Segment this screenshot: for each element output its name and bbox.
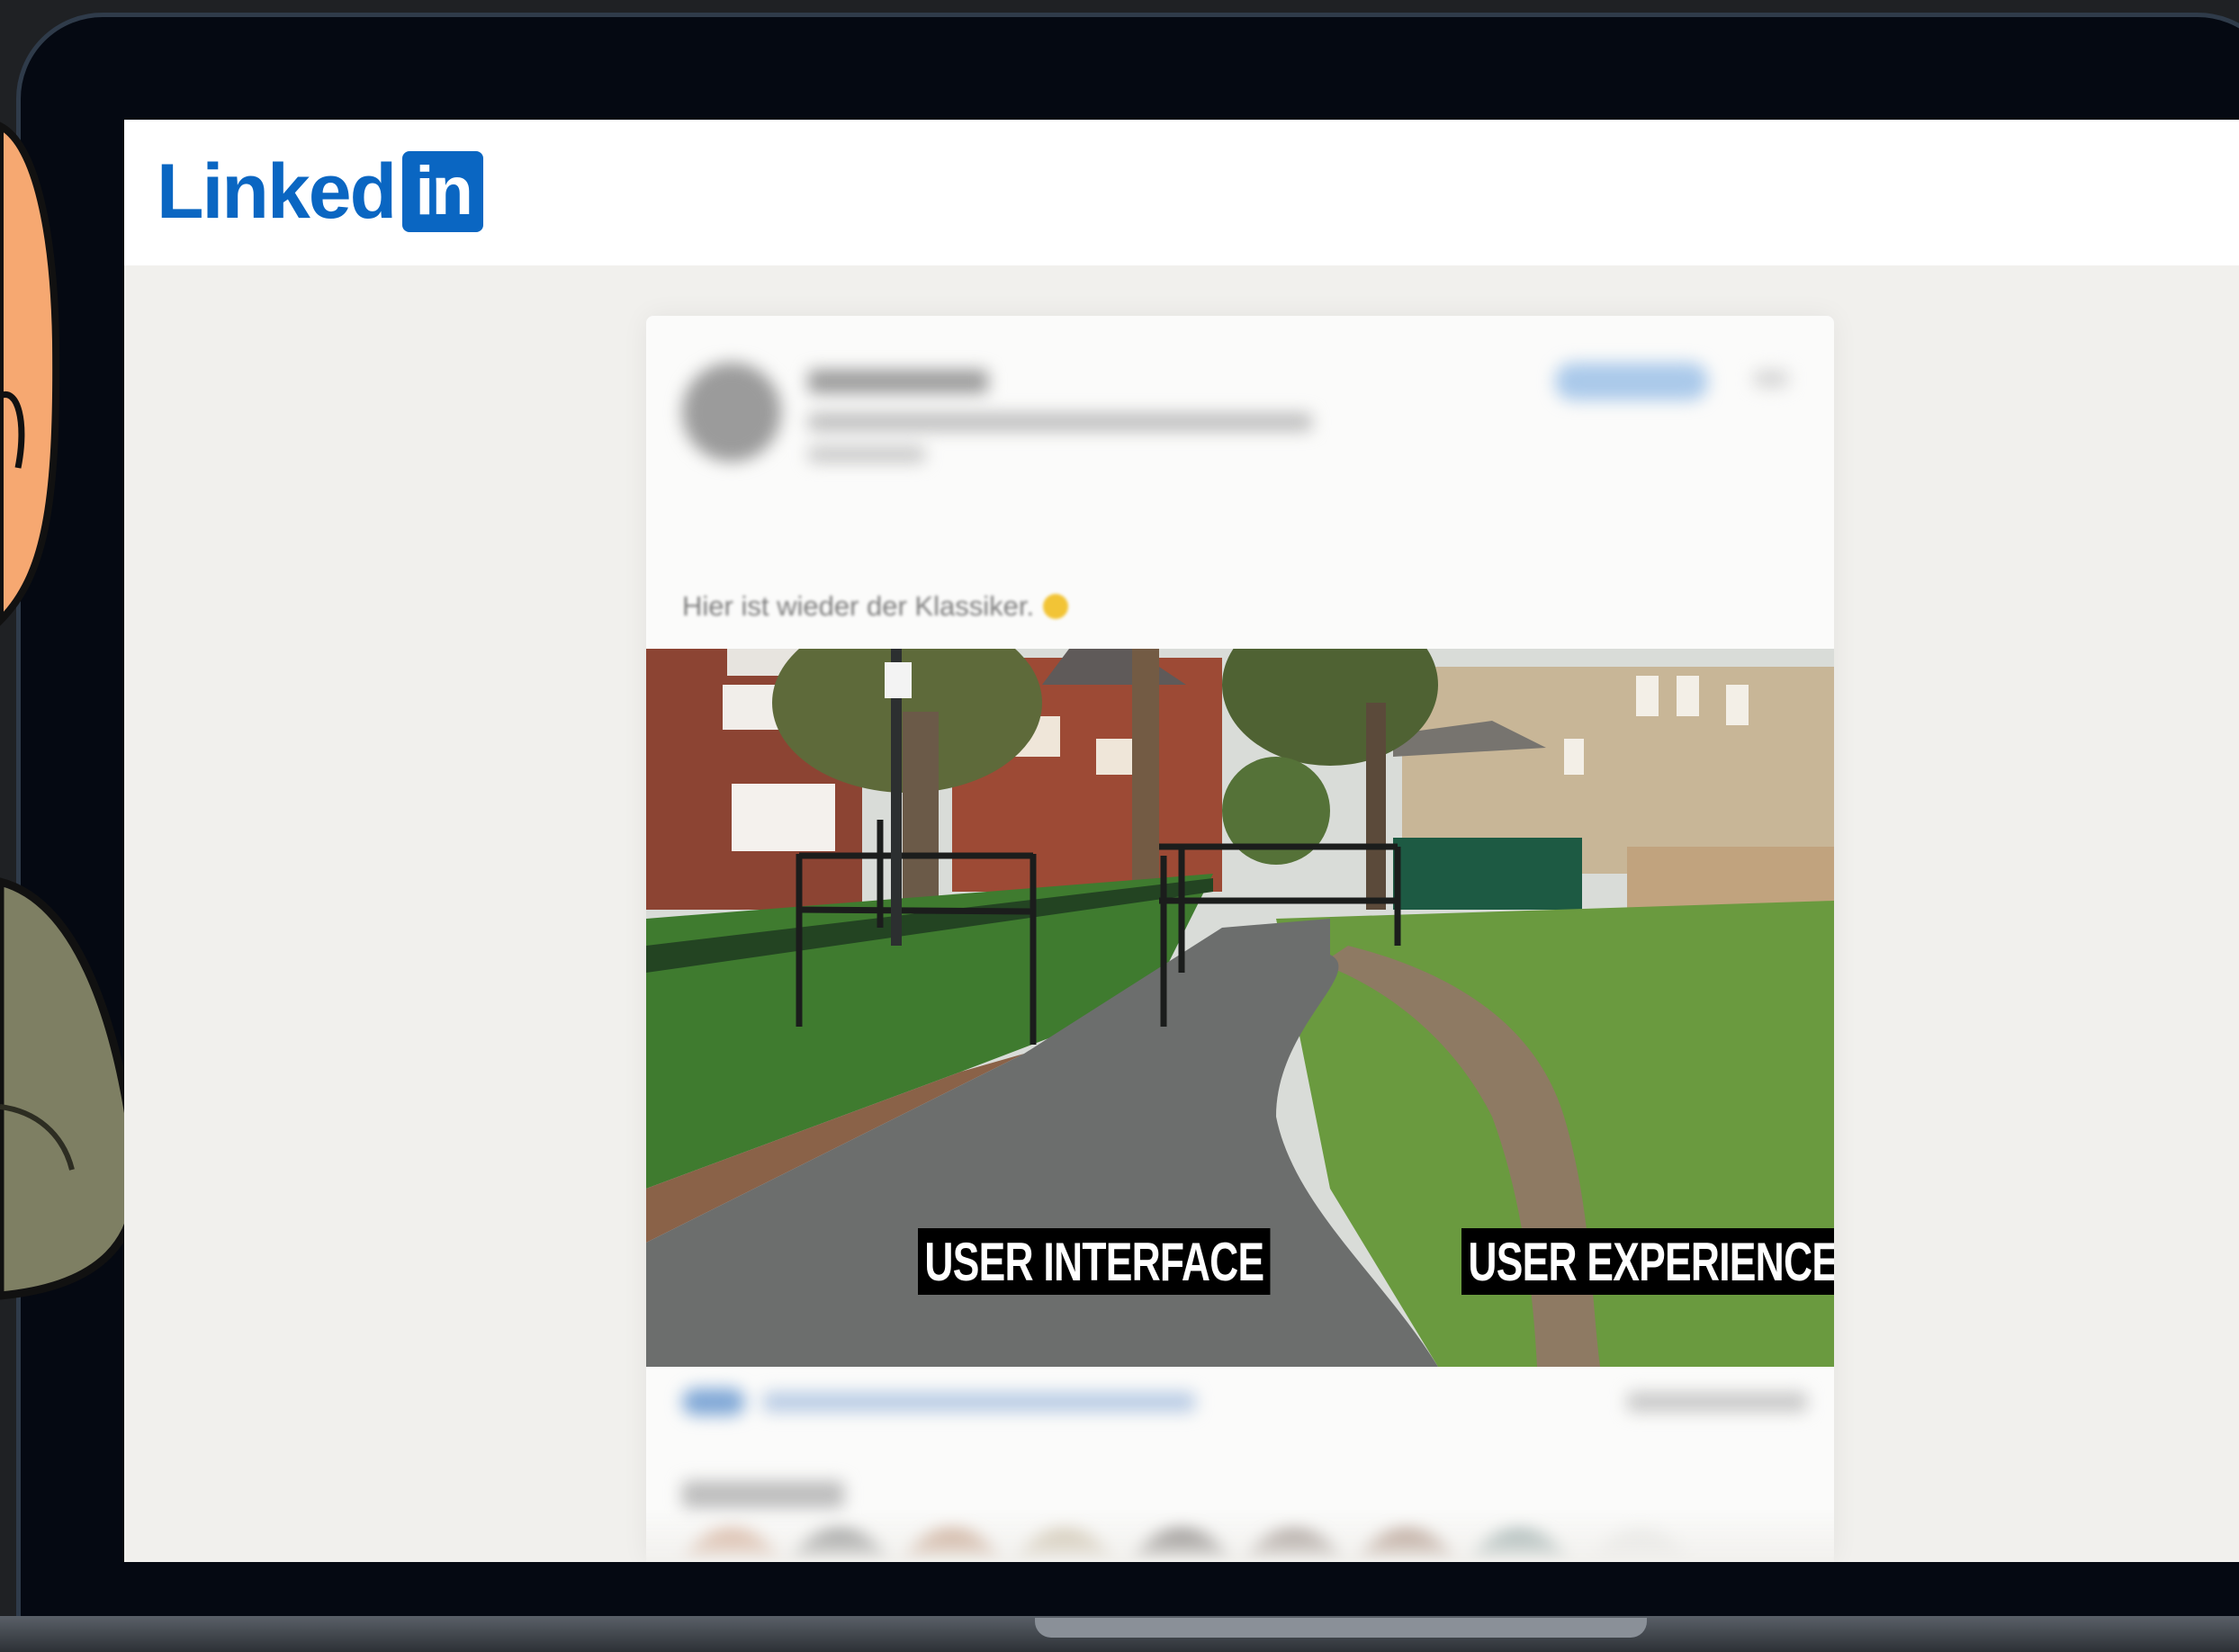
author-name[interactable] <box>808 370 988 393</box>
post-card: Hier ist wieder der Klassiker. USER INTE… <box>646 316 1834 1562</box>
reactions-row[interactable] <box>682 1388 1807 1415</box>
follow-button[interactable] <box>1555 363 1708 400</box>
reacted-title <box>682 1481 844 1508</box>
emoji-icon <box>1043 594 1069 619</box>
author-headline <box>808 413 1312 431</box>
logo-box: in <box>402 151 484 232</box>
post-caption: Hier ist wieder der Klassiker. <box>682 590 1069 623</box>
linkedin-logo[interactable]: Linked in <box>157 148 484 235</box>
label-user-interface: USER INTERFACE <box>918 1228 1271 1295</box>
logo-text: Linked <box>157 148 397 235</box>
screen: Linked in Hier ist wieder der Klassiker. <box>124 120 2239 1562</box>
laptop-notch <box>1035 1618 1647 1638</box>
post-image[interactable]: USER INTERFACE USER EXPERIENCE <box>646 649 1834 1367</box>
comments-count[interactable] <box>1627 1392 1807 1412</box>
more-options-icon[interactable] <box>1753 370 1789 388</box>
top-bar: Linked in <box>124 120 2239 265</box>
caption-text: Hier ist wieder der Klassiker. <box>682 590 1035 622</box>
reactions-text[interactable] <box>763 1392 1195 1412</box>
reaction-icons <box>682 1388 745 1415</box>
card-fade <box>646 1508 1834 1562</box>
author-avatar[interactable] <box>682 363 781 462</box>
post-time <box>808 446 925 462</box>
label-user-experience: USER EXPERIENCE <box>1461 1228 1834 1295</box>
